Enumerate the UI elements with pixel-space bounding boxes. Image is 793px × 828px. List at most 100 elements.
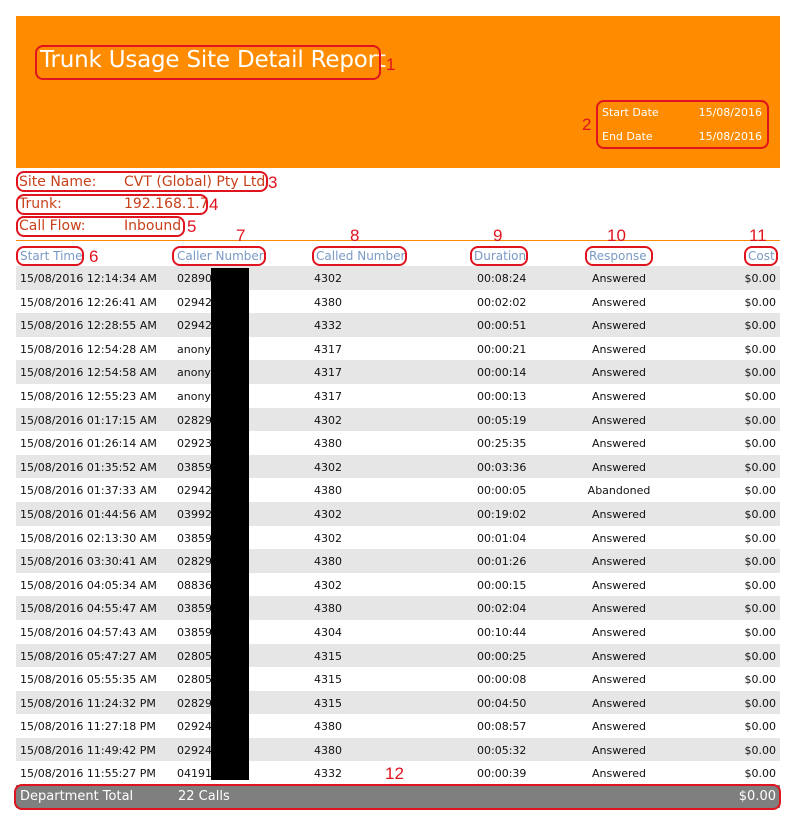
column-header-response[interactable]: Response — [589, 249, 647, 263]
table-row[interactable]: 15/08/2016 05:55:35 AM 02805 4315 00:00:08 A… — [16, 667, 780, 691]
response-cell: Answered — [591, 578, 647, 592]
table-row[interactable]: 15/08/2016 01:17:15 AM 02829 4302 00:05:19 A… — [16, 407, 780, 432]
called-number-cell: 4302 — [314, 507, 342, 521]
duration-cell: 00:00:39 — [477, 767, 527, 781]
table-row[interactable]: 15/08/2016 02:13:30 AM 03859 4302 00:01:04 A… — [16, 526, 780, 550]
duration-cell: 00:00:14 — [477, 366, 527, 380]
called-number-cell: 4317 — [314, 342, 342, 356]
annotation-number-8: 8 — [350, 226, 360, 245]
caller-number-cell: 02829 — [177, 696, 212, 710]
table-row[interactable]: 15/08/2016 12:14:34 AM 02890 4302 00:08:24 A… — [16, 266, 780, 290]
response-cell: Answered — [591, 696, 647, 710]
cost-cell: $0.00 — [744, 413, 777, 427]
response-cell: Answered — [591, 437, 647, 451]
caller-number-cell: anony — [177, 389, 211, 403]
start-time-cell: 15/08/2016 12:28:55 AM — [20, 319, 157, 333]
duration-cell: 00:02:04 — [477, 602, 527, 616]
caller-number-cell: 02924 — [177, 743, 212, 757]
caller-number-cell: anony — [177, 342, 211, 356]
start-time-cell: 15/08/2016 12:54:28 AM — [20, 342, 157, 356]
start-time-cell: 15/08/2016 05:55:35 AM — [20, 673, 157, 687]
column-header-start-time[interactable]: Start Time — [20, 249, 83, 263]
annotation-number-12: 12 — [385, 764, 404, 783]
called-number-cell: 4380 — [314, 743, 342, 757]
start-time-cell: 15/08/2016 01:44:56 AM — [20, 507, 157, 521]
called-number-cell: 4315 — [314, 673, 342, 687]
cost-cell: $0.00 — [744, 720, 777, 734]
called-number-cell: 4332 — [314, 319, 342, 333]
duration-cell: 00:08:57 — [477, 720, 527, 734]
response-cell: Answered — [591, 555, 647, 569]
response-cell: Answered — [591, 673, 647, 687]
called-number-cell: 4380 — [314, 720, 342, 734]
trunk-label: Trunk: — [19, 196, 62, 212]
caller-number-cell: 02890 — [177, 272, 212, 285]
cost-cell: $0.00 — [744, 578, 777, 592]
cost-cell: $0.00 — [744, 625, 777, 639]
response-cell: Answered — [591, 460, 647, 474]
column-header-duration[interactable]: Duration — [474, 249, 526, 263]
cost-cell: $0.00 — [744, 531, 777, 545]
table-row[interactable]: 15/08/2016 01:35:52 AM 03859 4302 00:03:36 A… — [16, 454, 780, 479]
annotation-number-4: 4 — [209, 195, 219, 214]
table-row[interactable]: 15/08/2016 01:37:33 AM 02942 4380 00:00:05 A… — [16, 478, 780, 502]
table-row[interactable]: 15/08/2016 03:30:41 AM 02829 4380 00:01:26 A… — [16, 549, 780, 573]
duration-cell: 00:10:44 — [477, 625, 527, 639]
caller-number-cell: 02805 — [177, 673, 212, 687]
table-row[interactable]: 15/08/2016 11:49:42 PM 02924 4380 00:05:32 A… — [16, 737, 780, 762]
caller-number-cell: 04191 — [177, 767, 212, 781]
caller-number-cell: 02923 — [177, 437, 212, 451]
table-row[interactable]: 15/08/2016 11:24:32 PM 02829 4315 00:04:50 A… — [16, 690, 780, 715]
table-row[interactable]: 15/08/2016 12:28:55 AM 02942 4332 00:00:51 A… — [16, 313, 780, 337]
start-time-cell: 15/08/2016 11:55:27 PM — [20, 767, 156, 781]
response-cell: Answered — [591, 767, 647, 781]
duration-cell: 00:00:05 — [477, 484, 527, 498]
section-divider — [16, 240, 780, 241]
cost-cell: $0.00 — [744, 342, 777, 356]
column-header-called-number[interactable]: Called Number — [316, 249, 405, 263]
table-row[interactable]: 15/08/2016 11:27:18 PM 02924 4380 00:08:57 A… — [16, 714, 780, 738]
annotation-number-5: 5 — [187, 217, 197, 236]
redaction-block — [211, 268, 249, 780]
table-row[interactable]: 15/08/2016 12:26:41 AM 02942 4380 00:02:02 A… — [16, 290, 780, 314]
table-row[interactable]: 15/08/2016 12:54:58 AM anony 4317 00:00:14 A… — [16, 360, 780, 384]
response-cell: Answered — [591, 272, 647, 285]
duration-cell: 00:00:08 — [477, 673, 527, 687]
table-row[interactable]: 15/08/2016 12:54:28 AM anony 4317 00:00:21 A… — [16, 337, 780, 361]
duration-cell: 00:03:36 — [477, 460, 527, 474]
department-total-cost: $0.00 — [738, 789, 776, 804]
response-cell: Answered — [591, 413, 647, 427]
start-date-label: Start Date — [602, 106, 659, 119]
cost-cell: $0.00 — [744, 389, 777, 403]
table-row[interactable]: 15/08/2016 12:55:23 AM anony 4317 00:00:13 A… — [16, 384, 780, 408]
caller-number-cell: 02829 — [177, 555, 212, 569]
table-row[interactable]: 15/08/2016 04:57:43 AM 03859 4304 00:10:44 A… — [16, 620, 780, 644]
duration-cell: 00:00:15 — [477, 578, 527, 592]
table-row[interactable]: 15/08/2016 01:44:56 AM 03992 4302 00:19:02 A… — [16, 501, 780, 526]
caller-number-cell: 03859 — [177, 625, 212, 639]
caller-number-cell: 02805 — [177, 649, 212, 663]
annotation-number-7: 7 — [236, 226, 246, 245]
caller-number-cell: anony — [177, 366, 211, 380]
table-row[interactable]: 15/08/2016 01:26:14 AM 02923 4380 00:25:35 A… — [16, 431, 780, 455]
table-row[interactable]: 15/08/2016 04:05:34 AM 08836 4302 00:00:15 A… — [16, 573, 780, 597]
response-cell: Answered — [591, 625, 647, 639]
start-date-value: 15/08/2016 — [698, 106, 762, 119]
cost-cell: $0.00 — [744, 272, 777, 285]
table-row[interactable]: 15/08/2016 04:55:47 AM 03859 4380 00:02:04 A… — [16, 596, 780, 620]
start-time-cell: 15/08/2016 02:13:30 AM — [20, 531, 157, 545]
cost-cell: $0.00 — [744, 366, 777, 380]
response-cell: Answered — [591, 319, 647, 333]
duration-cell: 00:04:50 — [477, 696, 527, 710]
cost-cell: $0.00 — [744, 555, 777, 569]
column-header-caller-number[interactable]: Caller Number — [177, 249, 264, 263]
start-time-cell: 15/08/2016 01:17:15 AM — [20, 413, 157, 427]
called-number-cell: 4315 — [314, 649, 342, 663]
table-row[interactable]: 15/08/2016 05:47:27 AM 02805 4315 00:00:25 A… — [16, 643, 780, 668]
column-header-cost[interactable]: Cost — [748, 249, 775, 263]
called-number-cell: 4332 — [314, 767, 342, 781]
start-time-cell: 15/08/2016 12:54:58 AM — [20, 366, 157, 380]
cost-cell: $0.00 — [744, 743, 777, 757]
caller-number-cell: 03859 — [177, 460, 212, 474]
start-time-cell: 15/08/2016 04:05:34 AM — [20, 578, 157, 592]
